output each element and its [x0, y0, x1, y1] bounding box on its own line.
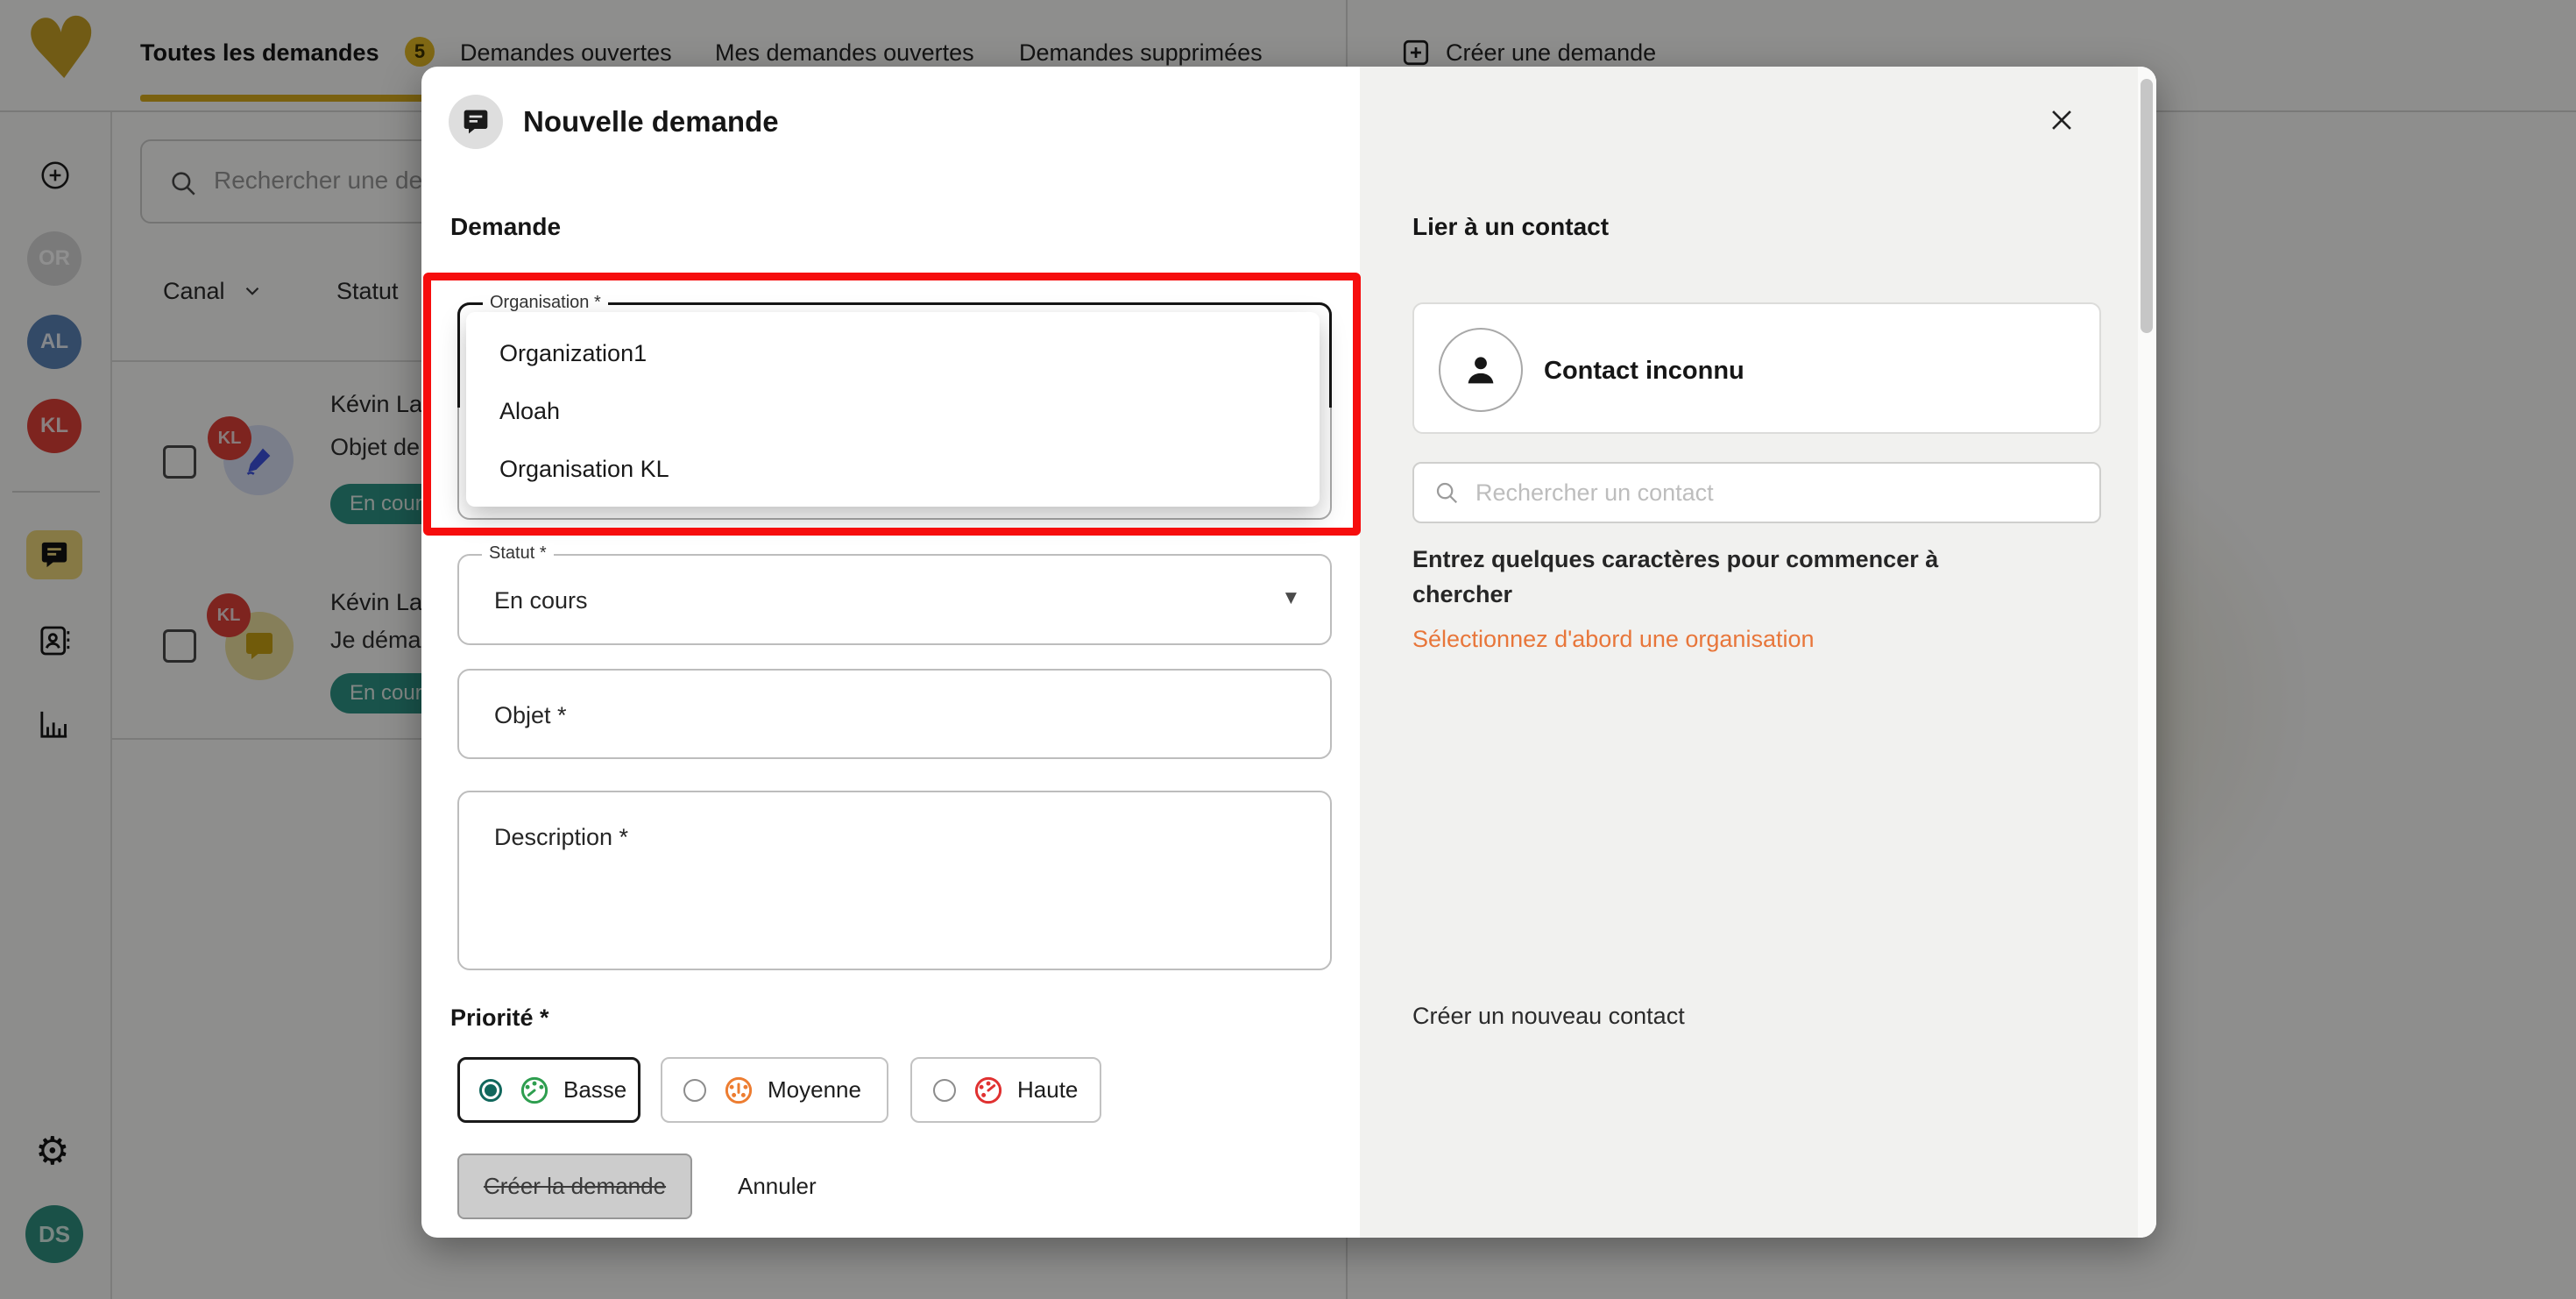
- new-request-modal: Nouvelle demande Demande Organisation * …: [421, 67, 2156, 1238]
- create-new-contact-link[interactable]: Créer un nouveau contact: [1412, 1003, 1685, 1030]
- organisation-options-menu: Organization1 Aloah Organisation KL: [466, 312, 1320, 507]
- organisation-field-label: Organisation *: [483, 293, 608, 313]
- statut-select-field[interactable]: Statut * En cours ▼: [457, 554, 1332, 645]
- contact-search-input[interactable]: [1474, 479, 2003, 508]
- priority-option-moyenne[interactable]: Moyenne: [661, 1057, 888, 1123]
- contact-avatar-circle: [1439, 328, 1523, 412]
- modal-scrollbar-thumb[interactable]: [2141, 79, 2153, 333]
- person-icon: [1461, 350, 1501, 390]
- modal-title: Nouvelle demande: [523, 105, 779, 138]
- contact-search-hint: Entrez quelques caractères pour commence…: [1412, 542, 1991, 612]
- submit-create-request-button[interactable]: Créer la demande: [457, 1153, 692, 1219]
- radio-unselected: [933, 1079, 956, 1102]
- section-demande: Demande: [450, 213, 561, 241]
- objet-input-field[interactable]: Objet *: [457, 669, 1332, 759]
- gauge-low-icon: [518, 1074, 551, 1107]
- priority-option-basse[interactable]: Basse: [457, 1057, 640, 1123]
- statut-value: En cours: [494, 587, 588, 614]
- select-caret-icon: ▼: [1285, 591, 1297, 606]
- description-field-label: Description *: [494, 824, 628, 851]
- contact-panel-heading: Lier à un contact: [1412, 213, 1609, 241]
- unknown-contact-label: Contact inconnu: [1544, 357, 1744, 386]
- description-textarea-field[interactable]: Description *: [457, 791, 1332, 970]
- select-organisation-warning: Sélectionnez d'abord une organisation: [1412, 626, 1815, 653]
- priority-option-haute[interactable]: Haute: [910, 1057, 1101, 1123]
- statut-field-label: Statut *: [482, 543, 554, 564]
- cancel-button[interactable]: Annuler: [738, 1153, 817, 1219]
- gauge-mid-icon: [722, 1074, 755, 1107]
- objet-field-label: Objet *: [494, 702, 567, 729]
- menu-option-organisation-kl[interactable]: Organisation KL: [466, 440, 1320, 498]
- radio-selected: [479, 1079, 502, 1102]
- radio-unselected: [683, 1079, 706, 1102]
- app-root: ♥ Toutes les demandes 5 Demandes ouverte…: [0, 0, 2576, 1299]
- menu-option-aloah[interactable]: Aloah: [466, 382, 1320, 440]
- priorite-label: Priorité *: [450, 1004, 549, 1032]
- gauge-high-icon: [972, 1074, 1005, 1107]
- search-icon: [1433, 479, 1460, 506]
- menu-option-organization1[interactable]: Organization1: [466, 324, 1320, 382]
- close-icon: [2047, 105, 2077, 135]
- modal-title-icon-circle: [449, 95, 503, 149]
- close-modal-button[interactable]: [2047, 105, 2077, 135]
- unknown-contact-card: Contact inconnu: [1412, 302, 2101, 434]
- chat-bubble-icon: [462, 108, 490, 136]
- contact-search-field[interactable]: [1412, 462, 2101, 523]
